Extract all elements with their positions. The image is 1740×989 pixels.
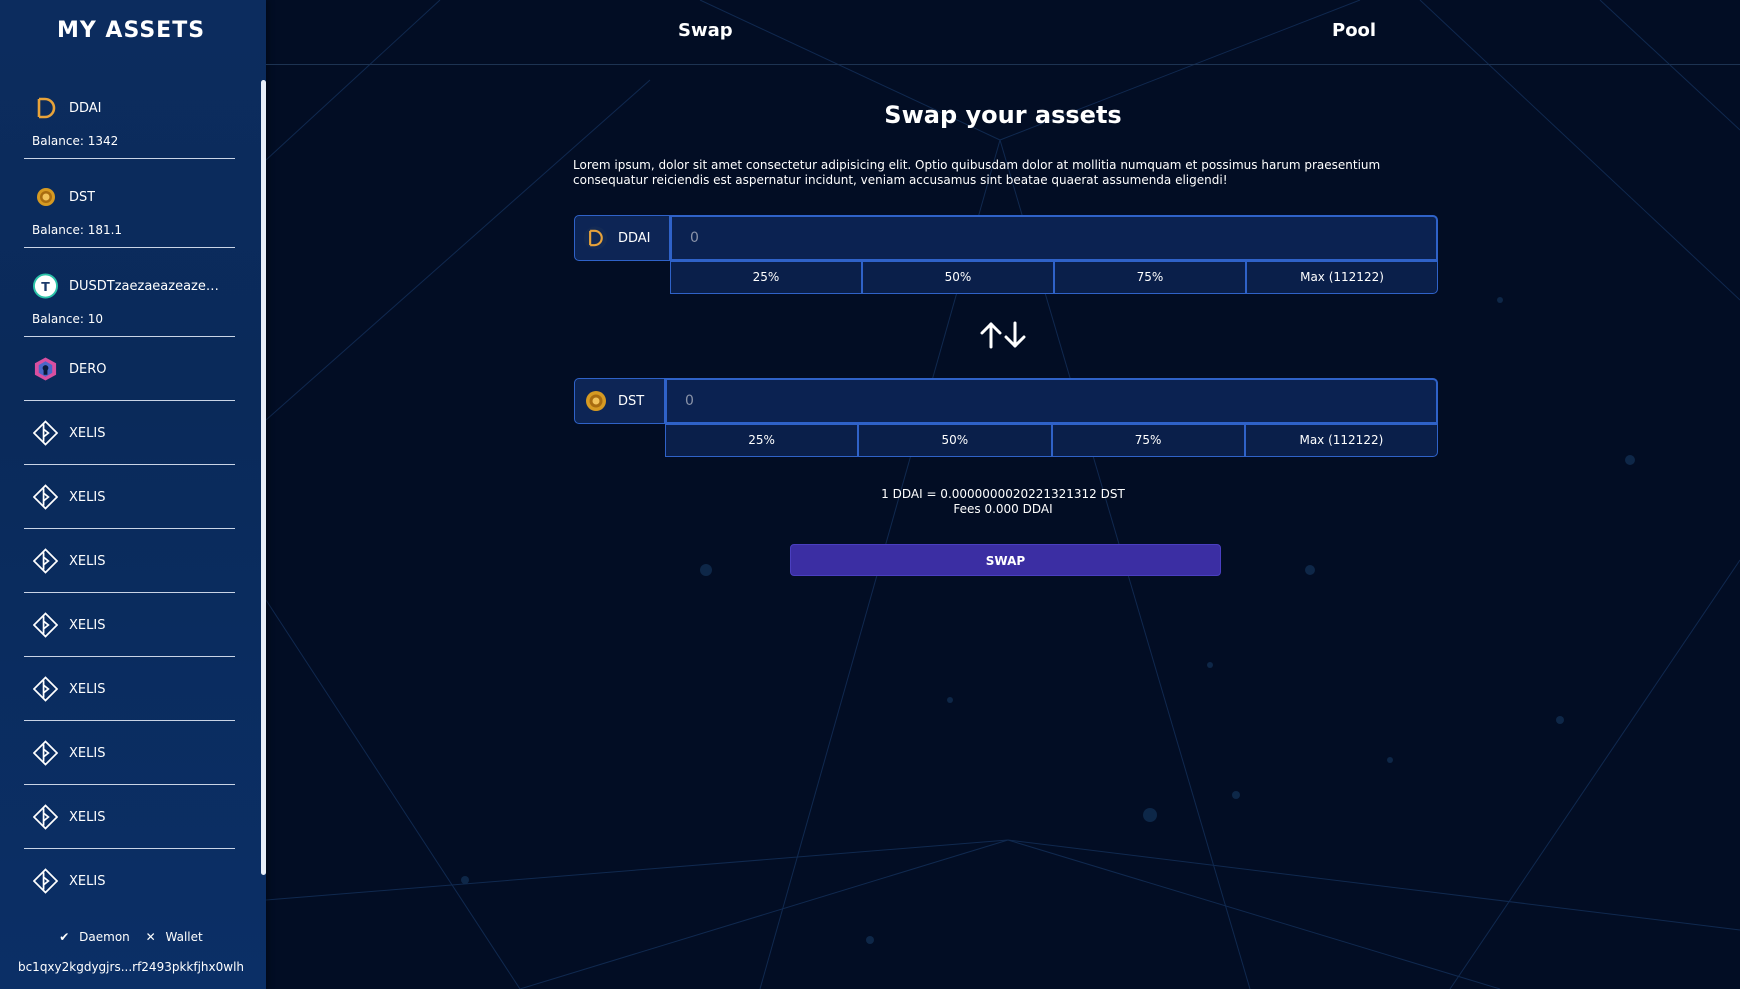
from-amount-input[interactable]: 0: [670, 215, 1438, 261]
page-title: Swap your assets: [884, 101, 1122, 129]
asset-name: DUSDTzaezaeazeazeazeazeaze: [69, 278, 224, 294]
exchange-rate: 1 DDAI = 0.0000000020221321312 DST: [881, 487, 1125, 501]
to-max-button[interactable]: Max (112122): [1244, 424, 1438, 457]
to-token-group: DST 0 25% 50% 75% Max (112122): [574, 378, 1438, 458]
to-25-button[interactable]: 25%: [665, 424, 859, 457]
to-75-button[interactable]: 75%: [1051, 424, 1245, 457]
asset-name: XELIS: [69, 745, 106, 761]
asset-item-xelis[interactable]: XELIS: [24, 401, 235, 465]
swap-arrows-icon: [980, 321, 1026, 349]
asset-list: DDAI Balance: 1342 DST Balance: 181.1 T …: [24, 70, 235, 912]
from-percentage-buttons: 25% 50% 75% Max (112122): [670, 261, 1438, 295]
asset-item-dusdt[interactable]: T DUSDTzaezaeazeazeazeazeaze Balance: 10: [24, 248, 235, 337]
asset-name: XELIS: [69, 617, 106, 633]
asset-item-dst[interactable]: DST Balance: 181.1: [24, 159, 235, 248]
asset-item-xelis[interactable]: XELIS: [24, 849, 235, 912]
tab-pool[interactable]: Pool: [1332, 20, 1376, 41]
asset-balance: Balance: 181.1: [32, 223, 123, 237]
dero-icon: [33, 357, 58, 382]
to-percentage-buttons: 25% 50% 75% Max (112122): [665, 424, 1438, 458]
from-token-group: DDAI 0 25% 50% 75% Max (112122): [574, 215, 1438, 295]
ddai-icon: [583, 226, 608, 251]
asset-name: XELIS: [69, 873, 106, 889]
svg-text:T: T: [41, 279, 50, 294]
asset-name: XELIS: [69, 809, 106, 825]
swap-panel: Swap your assets Lorem ipsum, dolor sit …: [266, 65, 1740, 989]
xelis-icon: [33, 868, 58, 894]
xelis-icon: [33, 484, 58, 510]
xelis-icon: [33, 420, 58, 446]
dst-coin-icon: [33, 185, 58, 210]
wallet-status: ✕ Wallet: [145, 930, 203, 944]
from-max-button[interactable]: Max (112122): [1246, 261, 1438, 294]
wallet-address[interactable]: bc1qxy2kgdygjrs...rf2493pkkfjhx0wlh: [0, 960, 262, 974]
to-amount-input[interactable]: 0: [665, 378, 1438, 424]
xelis-icon: [33, 548, 58, 574]
asset-item-xelis[interactable]: XELIS: [24, 657, 235, 721]
ddai-icon: [33, 96, 58, 121]
asset-name: XELIS: [69, 553, 106, 569]
asset-item-xelis[interactable]: XELIS: [24, 785, 235, 849]
description: Lorem ipsum, dolor sit amet consectetur …: [573, 158, 1381, 187]
asset-name: DDAI: [69, 100, 102, 116]
xelis-icon: [33, 676, 58, 702]
asset-name: DST: [69, 189, 96, 205]
from-50-button[interactable]: 50%: [862, 261, 1054, 294]
xelis-icon: [33, 612, 58, 638]
top-nav: Swap Pool: [266, 0, 1740, 65]
asset-balance: Balance: 10: [32, 312, 103, 326]
swap-direction-button[interactable]: [266, 320, 1740, 355]
asset-item-xelis[interactable]: XELIS: [24, 721, 235, 785]
asset-item-ddai[interactable]: DDAI Balance: 1342: [24, 70, 235, 159]
to-50-button[interactable]: 50%: [858, 424, 1052, 457]
swap-button[interactable]: SWAP: [790, 544, 1221, 576]
fees: Fees 0.000 DDAI: [953, 502, 1053, 516]
asset-name: XELIS: [69, 425, 106, 441]
xelis-icon: [33, 804, 58, 830]
tether-icon: T: [33, 273, 58, 299]
to-token-selector[interactable]: DST: [574, 378, 665, 424]
from-75-button[interactable]: 75%: [1054, 261, 1246, 294]
rate-info: 1 DDAI = 0.0000000020221321312 DST Fees …: [266, 487, 1740, 517]
asset-name: XELIS: [69, 681, 106, 697]
asset-item-dero[interactable]: DERO: [24, 337, 235, 401]
daemon-status: ✔ Daemon: [59, 930, 130, 944]
asset-name: DERO: [69, 361, 107, 377]
asset-item-xelis[interactable]: XELIS: [24, 593, 235, 657]
connection-status: ✔ Daemon ✕ Wallet: [0, 930, 262, 944]
asset-item-xelis[interactable]: XELIS: [24, 465, 235, 529]
asset-item-xelis[interactable]: XELIS: [24, 529, 235, 593]
xelis-icon: [33, 740, 58, 766]
sidebar-title: MY ASSETS: [56, 18, 206, 43]
sidebar: MY ASSETS DDAI Balance: 1342 DST Balance…: [0, 0, 266, 989]
tab-swap[interactable]: Swap: [678, 20, 733, 41]
to-token-label: DST: [618, 393, 645, 409]
dst-coin-icon: [583, 389, 608, 414]
from-token-selector[interactable]: DDAI: [574, 215, 670, 261]
from-25-button[interactable]: 25%: [670, 261, 862, 294]
asset-balance: Balance: 1342: [32, 134, 119, 148]
from-token-label: DDAI: [618, 230, 651, 246]
check-icon: ✔: [59, 930, 70, 944]
asset-name: XELIS: [69, 489, 106, 505]
close-icon: ✕: [145, 930, 156, 944]
